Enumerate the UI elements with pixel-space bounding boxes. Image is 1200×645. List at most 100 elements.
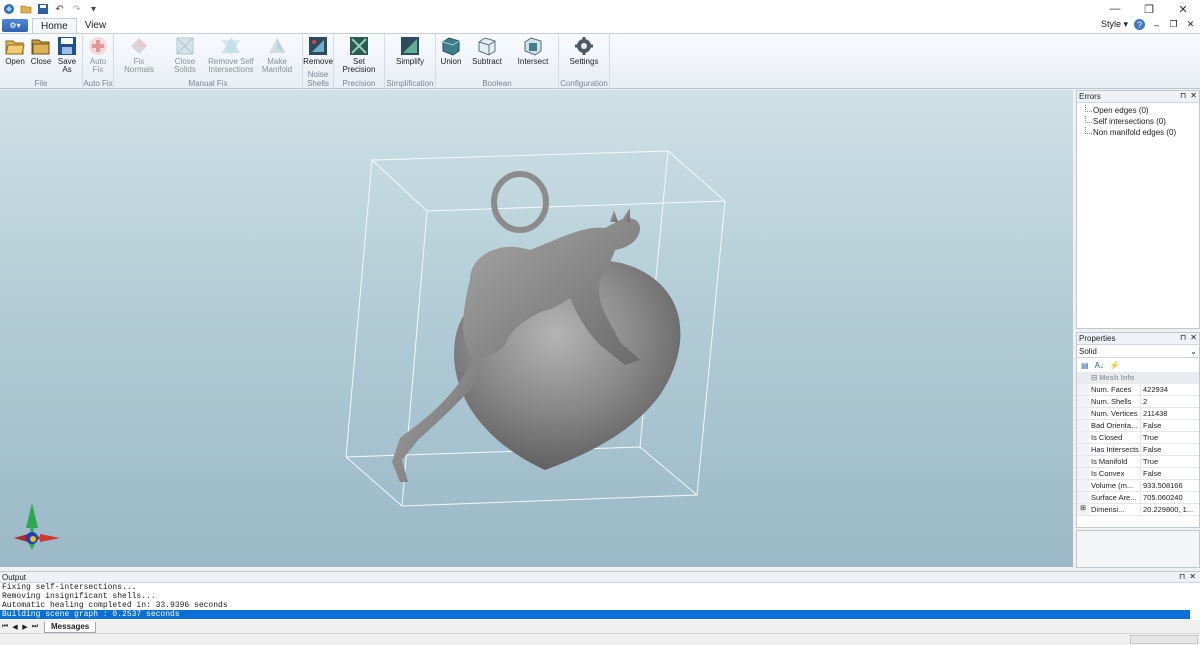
property-gutter	[1077, 468, 1089, 479]
redo-icon[interactable]: ↷	[70, 3, 83, 16]
object-selector-value: Solid	[1079, 346, 1097, 356]
property-row[interactable]: ⊞ Dimensi... 20.229800, 1...	[1077, 504, 1199, 516]
events-icon[interactable]: ⚡	[1110, 361, 1120, 370]
errors-panel-title: Errors	[1079, 92, 1101, 101]
property-value: False	[1143, 421, 1162, 430]
ribbon-close-icon[interactable]: ✕	[1185, 19, 1196, 30]
ribbon-group-label: Noise Shells	[307, 70, 329, 88]
output-line[interactable]: Automatic healing completed in: 33.9396 …	[0, 601, 1190, 610]
property-row[interactable]: Volume (m... 933.508166	[1077, 480, 1199, 492]
property-row[interactable]: Is Manifold True	[1077, 456, 1199, 468]
error-tree-item[interactable]: Self intersections (0)	[1083, 116, 1199, 127]
property-name: Dimensi...	[1089, 504, 1141, 515]
output-line[interactable]: Fixing self-intersections...	[0, 583, 1190, 592]
property-row[interactable]: Num. Faces 422934	[1077, 384, 1199, 396]
ribbon-minimize-icon[interactable]: –	[1151, 19, 1162, 30]
help-icon[interactable]: ?	[1134, 19, 1145, 30]
open-folder-icon	[5, 36, 25, 56]
customize-icon[interactable]: ▾	[87, 3, 100, 16]
ribbon-group-label: File	[34, 79, 48, 88]
property-row[interactable]: Has Intersects False	[1077, 444, 1199, 456]
button-label-line2: Precision	[342, 65, 376, 74]
property-row[interactable]: Num. Vertices 211438	[1077, 408, 1199, 420]
next-tab-icon[interactable]: ▶	[20, 623, 30, 631]
property-value: False	[1143, 445, 1162, 454]
ribbon-group-label: Boolean	[482, 79, 512, 88]
pin-icon[interactable]: ⊓	[1180, 333, 1186, 342]
application-menu-button[interactable]: ⚙▾	[2, 19, 28, 32]
3d-viewport[interactable]	[0, 90, 1073, 567]
style-dropdown[interactable]: Style ▾	[1101, 19, 1128, 30]
ribbon: Open Close Save As File Auto Fix Auto Fix Fix Nor…	[0, 33, 1200, 90]
minimize-icon[interactable]: —	[1098, 0, 1132, 18]
close-icon[interactable]: ✕	[1166, 0, 1200, 18]
property-gutter	[1077, 420, 1089, 431]
button-label: Subtract	[472, 57, 502, 66]
errors-tree: Open edges (0) Self intersections (0) Non …	[1077, 103, 1199, 138]
property-name: Surface Are...	[1089, 492, 1141, 503]
property-gutter	[1077, 396, 1089, 407]
property-category[interactable]: ⊟ Mesh Info	[1077, 372, 1199, 384]
ribbon-group-label: Simplification	[386, 79, 434, 88]
open-icon[interactable]	[19, 3, 32, 16]
property-row[interactable]: Is Closed True	[1077, 432, 1199, 444]
tab-home[interactable]: Home	[32, 18, 77, 33]
property-gutter	[1077, 492, 1089, 503]
set-precision-icon	[349, 36, 369, 56]
property-value: 705.060240	[1143, 493, 1183, 502]
window-controls: — ❐ ✕	[1098, 0, 1200, 18]
pin-icon[interactable]: ⊓	[1180, 91, 1186, 100]
button-label: Remove	[303, 57, 333, 66]
panel-close-icon[interactable]: ✕	[1190, 333, 1197, 342]
ribbon-group-precision: Set Precision Precision	[334, 34, 385, 90]
intersect-icon	[523, 36, 543, 56]
property-name: Volume (m...	[1089, 480, 1141, 491]
first-tab-icon[interactable]: ⏮	[0, 623, 10, 631]
output-panel: Output ⊓ ✕ Fixing self-intersections... Re…	[0, 571, 1200, 620]
property-row[interactable]: Is Convex False	[1077, 468, 1199, 480]
output-line[interactable]: Removing insignificant shells...	[0, 592, 1190, 601]
property-row[interactable]: Num. Shells 2	[1077, 396, 1199, 408]
property-gutter: ⊞	[1077, 504, 1089, 515]
ring-model	[491, 171, 549, 233]
pin-icon[interactable]: ⊓	[1179, 572, 1185, 581]
alphabetical-sort-icon[interactable]: A↓	[1095, 361, 1104, 370]
error-tree-item[interactable]: Non manifold edges (0)	[1083, 127, 1199, 138]
button-label: Simplify	[395, 57, 424, 66]
output-line[interactable]: Building scene graph : 0.2537 seconds	[0, 610, 1190, 619]
property-row[interactable]: Surface Are... 705.060240	[1077, 492, 1199, 504]
property-name: Num. Vertices	[1089, 408, 1141, 419]
categorized-icon[interactable]: ▤	[1081, 361, 1089, 370]
panel-close-icon[interactable]: ✕	[1189, 572, 1196, 581]
prev-tab-icon[interactable]: ◀	[10, 623, 20, 631]
panel-close-icon[interactable]: ✕	[1190, 91, 1197, 100]
property-value: 211438	[1143, 409, 1168, 418]
tab-messages[interactable]: Messages	[44, 621, 97, 633]
property-row[interactable]: Bad Orienta... False	[1077, 420, 1199, 432]
title-bar: ↶ ↷ ▾ — ❐ ✕	[0, 0, 1200, 18]
auto-fix-icon	[88, 36, 108, 56]
object-selector[interactable]: Solid ⌄	[1077, 345, 1199, 358]
undo-icon[interactable]: ↶	[53, 3, 66, 16]
property-gutter	[1077, 444, 1089, 455]
ribbon-group-manual-fix: Fix Normals Close Solids Remove Self Intersec…	[114, 34, 303, 90]
ribbon-group-simplification: Simplify Simplification	[385, 34, 436, 90]
errors-panel-header: Errors ⊓ ✕	[1077, 91, 1199, 103]
button-label: Settings	[569, 57, 599, 66]
ribbon-group-label: Precision	[342, 79, 376, 88]
tab-view[interactable]: View	[77, 18, 115, 33]
remove-noise-shells-icon	[308, 36, 328, 56]
restore-icon[interactable]: ❐	[1132, 0, 1166, 18]
app-icon[interactable]	[2, 3, 15, 16]
close-folder-icon	[31, 36, 51, 56]
property-value: 422934	[1143, 385, 1169, 394]
output-log: Fixing self-intersections... Removing ins…	[0, 583, 1200, 619]
property-name: Is Convex	[1089, 468, 1141, 479]
property-value: False	[1143, 469, 1162, 478]
properties-panel-header: Properties ⊓ ✕	[1077, 333, 1199, 345]
ribbon-restore-icon[interactable]: ❐	[1168, 19, 1179, 30]
save-icon[interactable]	[36, 3, 49, 16]
error-tree-item[interactable]: Open edges (0)	[1083, 105, 1199, 116]
ribbon-tab-row: ⚙▾ Home View Style ▾ ? – ❐ ✕	[0, 18, 1200, 33]
last-tab-icon[interactable]: ⏭	[30, 623, 40, 631]
